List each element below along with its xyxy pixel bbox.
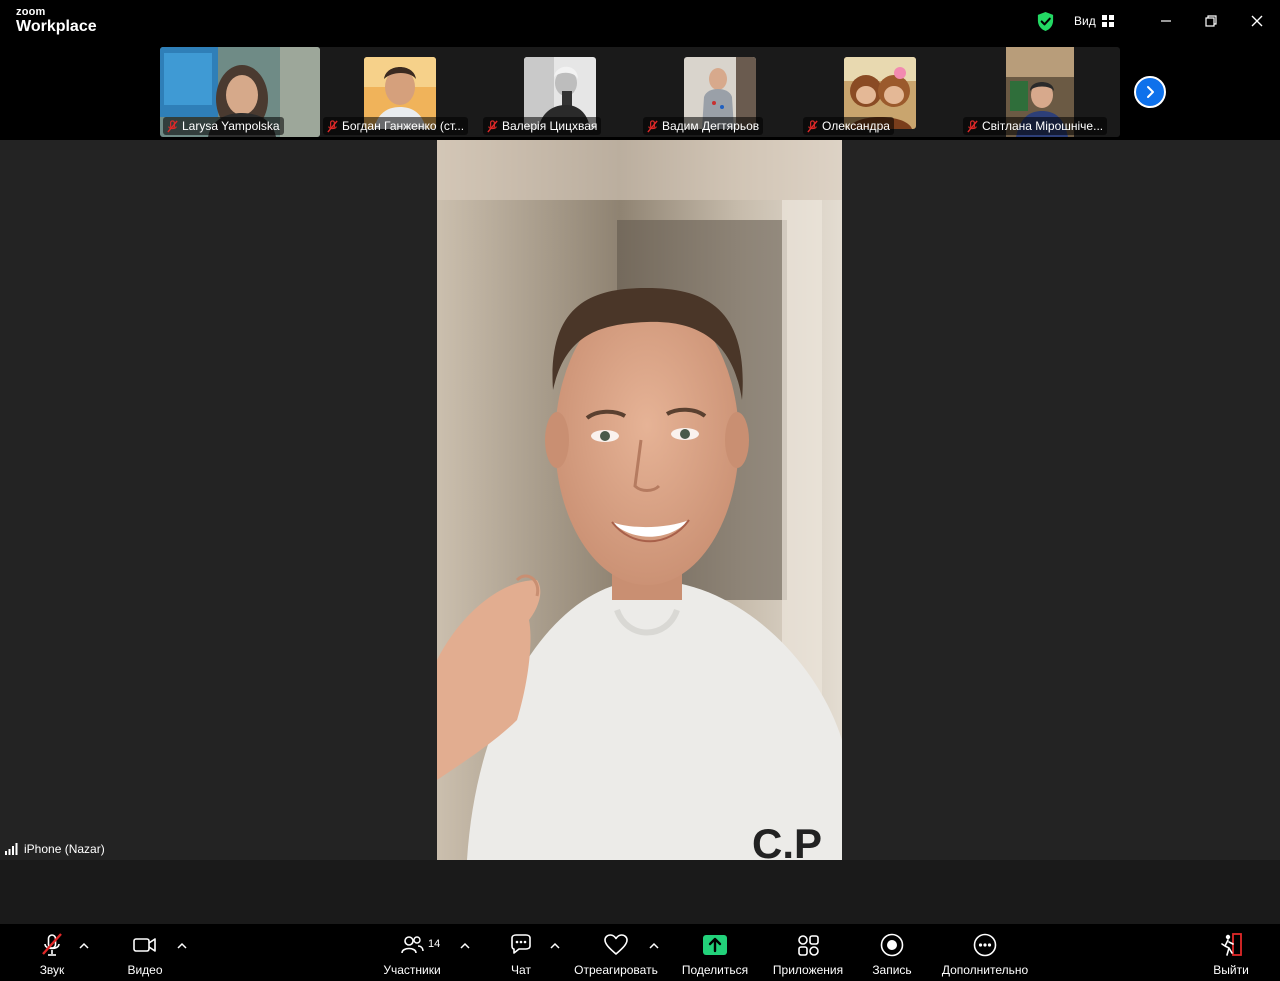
- participant-tile[interactable]: Світлана Мірошніче...: [960, 47, 1120, 137]
- view-button[interactable]: Вид: [1068, 10, 1120, 32]
- zoom-meeting-window: zoom Workplace Вид Larysa Yampolska Богд…: [0, 0, 1280, 981]
- participant-tile[interactable]: Larysa Yampolska: [160, 47, 320, 137]
- apps-icon: [791, 930, 825, 960]
- record-icon: [875, 930, 909, 960]
- react-label: Отреагировать: [574, 963, 658, 977]
- apps-label: Приложения: [772, 963, 844, 977]
- chevron-up-icon: [177, 942, 187, 949]
- participants-label: Участники: [383, 963, 441, 977]
- signal-strength-icon: [5, 843, 18, 855]
- mic-muted-icon: [167, 119, 178, 133]
- audio-options-caret[interactable]: [77, 940, 91, 950]
- video-label: Видео: [127, 963, 163, 977]
- mic-muted-icon: [35, 930, 69, 960]
- participant-name-bar: Вадим Дегтярьов: [643, 117, 764, 135]
- chevron-up-icon: [550, 942, 560, 949]
- video-camera-icon: [128, 930, 162, 960]
- participants-count: 14: [428, 938, 441, 950]
- more-label: Дополнительно: [941, 963, 1029, 977]
- record-label: Запись: [872, 963, 912, 977]
- chevron-up-icon: [79, 942, 89, 949]
- leave-label: Выйти: [1213, 963, 1249, 977]
- more-button[interactable]: Дополнительно: [938, 930, 1032, 978]
- participant-tile[interactable]: Валерія Цицхвая: [480, 47, 640, 137]
- participant-name: Світлана Мірошніче...: [982, 119, 1104, 133]
- apps-button[interactable]: Приложения: [770, 930, 846, 978]
- next-page-button[interactable]: [1134, 76, 1166, 108]
- share-screen-icon: [698, 930, 732, 960]
- heart-icon: [599, 930, 633, 960]
- participant-strip: Larysa Yampolska Богдан Ганженко (ст... …: [0, 44, 1280, 140]
- record-button[interactable]: Запись: [870, 930, 914, 978]
- shirt-print: C.P: [752, 820, 822, 860]
- minimize-icon: [1161, 20, 1171, 22]
- react-options-caret[interactable]: [647, 940, 661, 950]
- chevron-right-icon: [1147, 86, 1154, 98]
- participant-name: Larysa Yampolska: [182, 119, 280, 133]
- logo-small-text: zoom: [16, 6, 46, 18]
- participant-tile[interactable]: Вадим Дегтярьов: [640, 47, 800, 137]
- view-label: Вид: [1074, 14, 1096, 28]
- video-button[interactable]: Видео: [124, 930, 166, 978]
- grid-icon: [1101, 15, 1114, 27]
- active-speaker-name-bar: iPhone (Nazar): [2, 840, 108, 858]
- active-speaker-video: C.P: [437, 140, 842, 860]
- app-logo: zoom Workplace: [16, 7, 97, 35]
- video-options-caret[interactable]: [175, 940, 189, 950]
- more-options-icon: [968, 930, 1002, 960]
- participant-name: Богдан Ганженко (ст...: [342, 119, 465, 133]
- title-bar: zoom Workplace Вид: [0, 0, 1280, 44]
- participant-name-bar: Larysa Yampolska: [163, 117, 284, 135]
- chevron-up-icon: [460, 942, 470, 949]
- participant-name: Валерія Цицхвая: [502, 119, 598, 133]
- logo-big-text: Workplace: [16, 18, 97, 35]
- meeting-toolbar: Звук Видео Участники 14 Чат Отреагироват…: [0, 924, 1280, 981]
- participant-name-bar: Валерія Цицхвая: [483, 117, 602, 135]
- active-speaker-name: iPhone (Nazar): [24, 842, 105, 856]
- audio-button[interactable]: Звук: [32, 930, 72, 978]
- close-icon: [1251, 15, 1263, 27]
- speaker-video-frame: C.P: [437, 140, 842, 860]
- chevron-up-icon: [649, 942, 659, 949]
- mic-muted-icon: [967, 119, 978, 133]
- audio-label: Звук: [39, 963, 65, 977]
- mic-muted-icon: [487, 119, 498, 133]
- participant-name-bar: Олександра: [803, 117, 894, 135]
- encryption-shield-icon[interactable]: [1036, 11, 1055, 32]
- chat-options-caret[interactable]: [548, 940, 562, 950]
- participants-options-caret[interactable]: [458, 940, 472, 950]
- participant-name-bar: Богдан Ганженко (ст...: [323, 117, 469, 135]
- participant-strip-inner: Larysa Yampolska Богдан Ганженко (ст... …: [160, 47, 1120, 137]
- share-label: Поделиться: [681, 963, 749, 977]
- close-button[interactable]: [1241, 6, 1273, 36]
- participant-name: Вадим Дегтярьов: [662, 119, 760, 133]
- participants-icon: [395, 930, 429, 960]
- leave-door-icon: [1214, 930, 1248, 960]
- chat-icon: [504, 930, 538, 960]
- restore-icon: [1205, 15, 1217, 27]
- minimize-button[interactable]: [1150, 6, 1182, 36]
- chat-label: Чат: [511, 963, 531, 977]
- main-video-stage: C.P iPhone (Nazar): [0, 140, 1280, 860]
- participant-name-bar: Світлана Мірошніче...: [963, 117, 1108, 135]
- mic-muted-icon: [807, 119, 818, 133]
- restore-button[interactable]: [1195, 6, 1227, 36]
- mic-muted-icon: [327, 119, 338, 133]
- stage-footer-area: [0, 860, 1280, 924]
- participant-tile[interactable]: Богдан Ганженко (ст...: [320, 47, 480, 137]
- react-button[interactable]: Отреагировать: [572, 930, 660, 978]
- leave-meeting-button[interactable]: Выйти: [1210, 930, 1252, 978]
- share-screen-button[interactable]: Поделиться: [680, 930, 750, 978]
- chat-button[interactable]: Чат: [502, 930, 540, 978]
- participant-tile[interactable]: Олександра: [800, 47, 960, 137]
- participant-name: Олександра: [822, 119, 890, 133]
- mic-muted-icon: [647, 119, 658, 133]
